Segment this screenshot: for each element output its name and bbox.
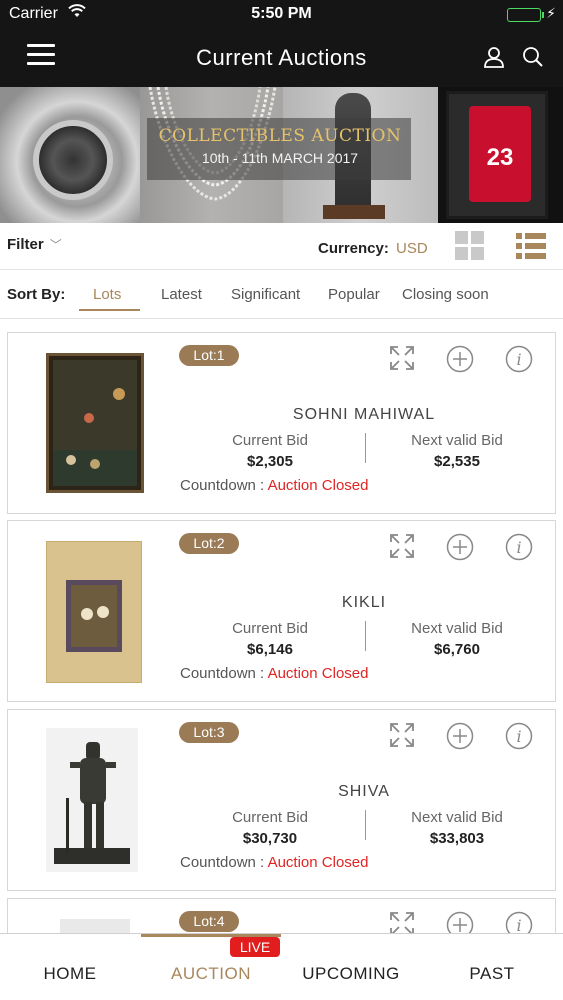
lot-image[interactable] [46, 353, 144, 493]
info-icon[interactable]: i [505, 345, 533, 378]
next-bid-label: Next valid Bid [411, 809, 503, 826]
nav-upcoming[interactable]: UPCOMING [281, 964, 421, 984]
lot-title[interactable]: SHIVA [179, 783, 549, 801]
next-bid-value: $33,803 [429, 830, 485, 847]
charging-icon: ⚡ [546, 5, 556, 21]
filter-button[interactable]: Filter ﹀ [7, 236, 62, 253]
current-bid-value: $2,305 [247, 453, 293, 470]
next-bid-value: $2,535 [434, 453, 480, 470]
banner-watch-image [0, 87, 140, 223]
lot-card[interactable]: Lot:1 i SOHNI MAHIWAL Current Bid $2,305… [7, 332, 556, 514]
sort-tab-closing-soon[interactable]: Closing soon [402, 286, 489, 303]
next-bid-label: Next valid Bid [411, 432, 503, 449]
currency-selector[interactable]: USD [396, 240, 428, 257]
auction-status: Auction Closed [267, 665, 369, 682]
sort-active-indicator [79, 309, 140, 311]
auction-status: Auction Closed [267, 477, 369, 494]
current-bid-value: $6,146 [247, 641, 293, 658]
banner-title: COLLECTIBLES AUCTION [158, 126, 402, 146]
bid-separator [365, 433, 366, 463]
chevron-down-icon: ﹀ [49, 238, 62, 252]
countdown: Countdown : Auction Closed [180, 665, 369, 682]
add-to-watchlist-icon[interactable] [446, 722, 474, 755]
svg-text:i: i [516, 350, 521, 369]
nav-past[interactable]: PAST [422, 964, 562, 984]
clock: 5:50 PM [251, 5, 312, 22]
lot-image[interactable] [46, 728, 138, 872]
info-icon[interactable]: i [505, 722, 533, 755]
lot-card[interactable]: Lot:2 i KIKLI Current Bid $6,146 Next va… [7, 520, 556, 702]
add-to-watchlist-icon[interactable] [446, 345, 474, 378]
nav-home[interactable]: HOME [0, 964, 140, 984]
auction-status: Auction Closed [267, 854, 369, 871]
lot-title[interactable]: KIKLI [179, 594, 549, 612]
sort-tab-latest[interactable]: Latest [161, 286, 202, 303]
add-to-watchlist-icon[interactable] [446, 533, 474, 566]
current-bid-label: Current Bid [232, 432, 308, 449]
sort-tab-lots[interactable]: Lots [93, 286, 121, 303]
sort-tab-significant[interactable]: Significant [231, 286, 300, 303]
lot-card[interactable]: Lot:4 i [7, 898, 556, 939]
expand-icon[interactable] [389, 722, 415, 753]
grid-view-icon[interactable] [455, 231, 485, 261]
banner-jersey-image: 23 [438, 87, 563, 223]
bid-separator [365, 810, 366, 840]
sort-label: Sort By: [7, 286, 66, 303]
status-bar: Carrier 5:50 PM ⚡ [0, 0, 563, 30]
live-badge: LIVE [230, 937, 280, 957]
lot-card[interactable]: Lot:3 i SHIVA Current Bid $30,730 Next v… [7, 709, 556, 891]
lot-number-badge: Lot:3 [179, 722, 239, 743]
svg-text:i: i [516, 538, 521, 557]
bottom-navigation: HOME AUCTION UPCOMING PAST [0, 933, 563, 1000]
lot-number-badge: Lot:1 [179, 345, 239, 366]
currency-label: Currency: [318, 240, 389, 257]
page-title: Current Auctions [196, 45, 367, 70]
lot-image[interactable] [46, 541, 142, 683]
user-icon[interactable] [483, 46, 505, 73]
countdown: Countdown : Auction Closed [180, 854, 369, 871]
svg-text:i: i [516, 727, 521, 746]
info-icon[interactable]: i [505, 533, 533, 566]
expand-icon[interactable] [389, 345, 415, 376]
divider [0, 269, 563, 270]
current-bid-label: Current Bid [232, 620, 308, 637]
lot-title[interactable]: SOHNI MAHIWAL [179, 406, 549, 424]
countdown: Countdown : Auction Closed [180, 477, 369, 494]
expand-icon[interactable] [389, 533, 415, 564]
bid-separator [365, 621, 366, 651]
sort-tab-popular[interactable]: Popular [328, 286, 380, 303]
top-bar: Carrier 5:50 PM ⚡ Current Auctions [0, 0, 563, 87]
banner-dates: 10th - 11th MARCH 2017 [201, 150, 359, 166]
next-bid-label: Next valid Bid [411, 620, 503, 637]
list-view-icon[interactable] [516, 233, 546, 259]
lot-number-badge: Lot:2 [179, 533, 239, 554]
next-bid-value: $6,760 [434, 641, 480, 658]
filter-label: Filter [7, 236, 44, 253]
nav-auction[interactable]: AUCTION [141, 964, 281, 984]
search-icon[interactable] [522, 46, 544, 73]
battery-icon [507, 8, 541, 22]
current-bid-label: Current Bid [232, 809, 308, 826]
current-bid-value: $30,730 [242, 830, 298, 847]
lot-number-badge: Lot:4 [179, 911, 239, 932]
